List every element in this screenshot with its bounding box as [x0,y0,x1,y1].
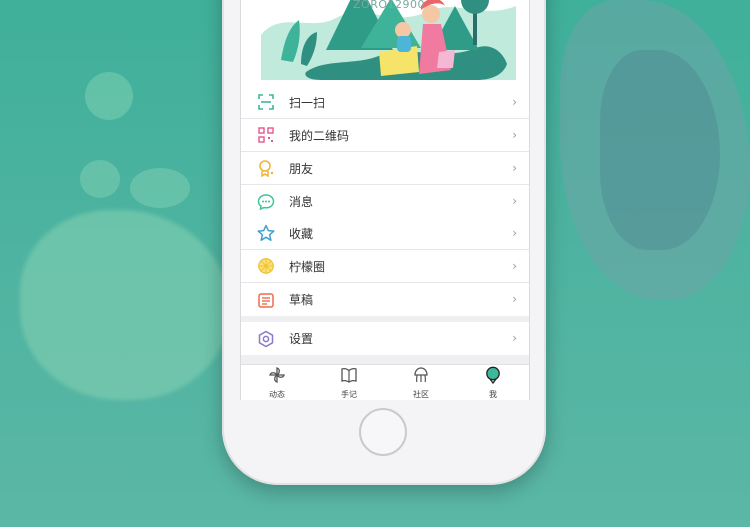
tab-label: 社区 [413,390,429,399]
tab-label: 手记 [341,390,357,399]
header-watermark-text: ZORO12900 [353,0,425,11]
menu-item-friends[interactable]: 朋友 › [241,152,529,185]
chevron-right-icon: › [512,292,517,306]
chevron-right-icon: › [512,161,517,175]
menu-item-scan[interactable]: 扫一扫 › [241,86,529,119]
menu-item-label: 我的二维码 [289,128,350,143]
settings-icon [255,328,277,350]
chevron-right-icon: › [512,259,517,273]
tab-label: 动态 [269,390,285,399]
menu-group-3: 设置 › [241,322,529,355]
phone-screen: ZORO12900 扫一扫 › 我的二维码 › 朋友 › 消息 › 收藏 › 柠… [240,0,530,400]
tab-community[interactable]: 社区 [385,365,457,400]
menu-item-drafts[interactable]: 草稿 › [241,283,529,316]
menu-group-1: 扫一扫 › 我的二维码 › 朋友 › 消息 › [241,86,529,218]
draft-icon [255,289,277,311]
profile-icon [484,366,502,388]
menu-item-messages[interactable]: 消息 › [241,185,529,218]
menu-item-label: 草稿 [289,293,314,307]
bottom-tab-bar: 动态 手记 社区 我 [241,364,529,400]
tab-label: 我 [489,390,497,399]
qr-code-icon [255,124,277,146]
menu-item-settings[interactable]: 设置 › [241,322,529,355]
scan-icon [255,91,277,113]
message-icon [255,191,277,213]
menu-item-lemon-circle[interactable]: 柠檬圈 › [241,250,529,283]
tab-me[interactable]: 我 [457,365,529,400]
tab-dynamics[interactable]: 动态 [241,365,313,400]
menu-item-label: 设置 [289,332,314,346]
friends-icon [255,157,277,179]
profile-header-illustration: ZORO12900 [241,0,529,86]
background-watercolor-left [20,210,230,400]
menu-item-label: 扫一扫 [289,95,326,110]
illustration-art [261,0,516,80]
lemon-icon [255,255,277,277]
menu-item-label: 消息 [289,195,314,209]
pinwheel-icon [268,366,286,388]
chevron-right-icon: › [512,331,517,345]
menu-item-favorites[interactable]: 收藏 › [241,217,529,250]
jellyfish-icon [412,366,430,388]
home-button[interactable] [359,408,407,456]
chevron-right-icon: › [512,226,517,240]
phone-mockup: ZORO12900 扫一扫 › 我的二维码 › 朋友 › 消息 › 收藏 › 柠… [222,0,546,485]
menu-item-label: 柠檬圈 [289,259,326,274]
tab-notes[interactable]: 手记 [313,365,385,400]
chevron-right-icon: › [512,128,517,142]
menu-group-2: 收藏 › 柠檬圈 › 草稿 › [241,217,529,316]
background-dot [130,168,190,208]
star-icon [255,222,277,244]
background-dot [85,72,133,120]
chevron-right-icon: › [512,95,517,109]
chevron-right-icon: › [512,194,517,208]
book-icon [340,366,358,388]
background-dot [80,160,120,198]
menu-item-label: 朋友 [289,161,314,176]
menu-item-label: 收藏 [289,226,314,241]
menu-item-qr-code[interactable]: 我的二维码 › [241,119,529,152]
